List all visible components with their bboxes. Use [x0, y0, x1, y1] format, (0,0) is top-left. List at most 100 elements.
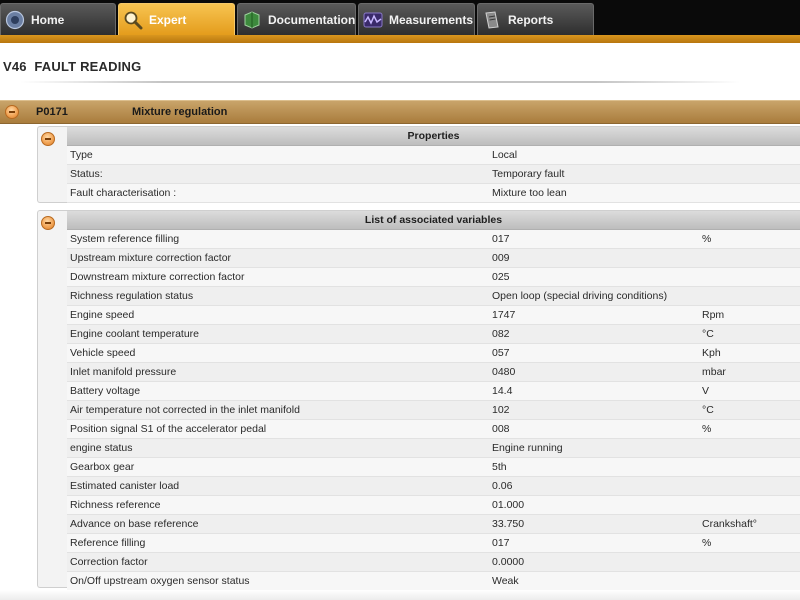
tab-reports-label: Reports: [508, 12, 554, 27]
variable-label: Estimated canister load: [70, 480, 180, 492]
properties-collapse-button[interactable]: [41, 132, 55, 146]
variable-unit: %: [702, 233, 712, 245]
variable-unit: °C: [702, 404, 714, 416]
variables-collapse-button[interactable]: [41, 216, 55, 230]
variable-value: Open loop (special driving conditions): [492, 290, 668, 302]
variable-label: Reference filling: [70, 537, 146, 549]
variable-label: Engine coolant temperature: [70, 328, 199, 340]
variable-label: On/Off upstream oxygen sensor status: [70, 575, 250, 587]
table-row: Advance on base reference 33.750 Crankshaf…: [67, 515, 800, 534]
variable-label: Position signal S1 of the accelerator pe…: [70, 423, 267, 435]
variable-value: 008: [492, 423, 510, 435]
topbar-accent-stripe: [0, 35, 800, 43]
variable-value: 14.4: [492, 385, 513, 397]
tab-reports[interactable]: Reports: [477, 3, 594, 35]
page-title: V46 FAULT READING: [3, 59, 142, 74]
table-row: System reference filling 017%: [67, 230, 800, 249]
variable-value: Weak: [492, 575, 519, 587]
table-row: Reference filling 017%: [67, 534, 800, 553]
table-row: Air temperature not corrected in the inl…: [67, 401, 800, 420]
property-value: Temporary fault: [492, 168, 565, 180]
variable-label: Richness reference: [70, 499, 161, 511]
variable-unit: %: [702, 537, 712, 549]
waveform-icon: [363, 10, 383, 30]
variable-value: 0.0000: [492, 556, 525, 568]
variable-unit: Crankshaft°: [702, 518, 757, 530]
book-icon: [242, 10, 262, 30]
title-divider: [20, 81, 740, 83]
variable-label: Vehicle speed: [70, 347, 136, 359]
report-icon: [482, 10, 502, 30]
fault-name: Mixture regulation: [132, 106, 228, 118]
property-label: Fault characterisation :: [70, 187, 177, 199]
properties-section: Properties Type Local Status: Temporary …: [37, 126, 800, 203]
table-row: Inlet manifold pressure 0480 mbar: [67, 363, 800, 382]
table-row: Battery voltage 14.4 V: [67, 382, 800, 401]
table-row: Type Local: [67, 146, 800, 165]
variable-value: 1747: [492, 309, 516, 321]
table-row: Engine coolant temperature 082 °C: [67, 325, 800, 344]
variable-value: 057: [492, 347, 510, 359]
table-row: Position signal S1 of the accelerator pe…: [67, 420, 800, 439]
tab-home-label: Home: [31, 12, 65, 27]
variable-unit: °C: [702, 328, 714, 340]
table-row: Correction factor 0.0000: [67, 553, 800, 572]
associated-variables-section: List of associated variables System refe…: [37, 210, 800, 591]
table-row: engine status Engine running: [67, 439, 800, 458]
magnifier-icon: [123, 10, 143, 30]
tab-measurements-label: Measurements: [389, 12, 474, 27]
tab-expert[interactable]: Expert: [118, 3, 235, 35]
variable-value: 025: [492, 271, 510, 283]
fault-header-bar[interactable]: P0171 Mixture regulation: [0, 100, 800, 124]
variable-value: 0.06: [492, 480, 513, 492]
variable-unit: V: [702, 385, 710, 397]
property-label: Status:: [70, 168, 103, 180]
fault-collapse-button[interactable]: [5, 105, 19, 119]
variable-unit: %: [702, 423, 712, 435]
variable-value: 01.000: [492, 499, 525, 511]
variable-value: 102: [492, 404, 510, 416]
table-row: Engine speed 1747 Rpm: [67, 306, 800, 325]
home-icon: [5, 10, 25, 30]
table-row: Downstream mixture correction factor 025: [67, 268, 800, 287]
properties-table: Properties Type Local Status: Temporary …: [67, 127, 800, 203]
variables-rows: System reference filling 017% Upstream mix…: [67, 230, 800, 591]
variables-header: List of associated variables: [67, 211, 800, 230]
tab-documentation-label: Documentation: [268, 12, 356, 27]
tab-documentation[interactable]: Documentation: [237, 3, 356, 35]
table-row: Upstream mixture correction factor 009: [67, 249, 800, 268]
variable-value: 009: [492, 252, 510, 264]
table-row: Gearbox gear 5th: [67, 458, 800, 477]
variable-value: 082: [492, 328, 510, 340]
property-label: Type: [70, 149, 93, 161]
variable-value: 33.750: [492, 518, 525, 530]
top-navigation-bar: Home Expert Documentation Measurements R…: [0, 0, 800, 35]
property-value: Local: [492, 149, 518, 161]
variable-value: 0480: [492, 366, 516, 378]
table-row: Richness regulation status Open loop (spe…: [67, 287, 800, 306]
variable-label: Upstream mixture correction factor: [70, 252, 232, 264]
tab-measurements[interactable]: Measurements: [358, 3, 475, 35]
bottom-fade: [0, 590, 800, 600]
tab-home[interactable]: Home: [0, 3, 116, 35]
variables-table: List of associated variables System refe…: [67, 211, 800, 591]
variable-label: Gearbox gear: [70, 461, 135, 473]
variable-label: Downstream mixture correction factor: [70, 271, 245, 283]
variable-label: Richness regulation status: [70, 290, 194, 302]
fault-code: P0171: [36, 106, 68, 118]
properties-rows: Type Local Status: Temporary fault Fault…: [67, 146, 800, 203]
variable-label: Air temperature not corrected in the inl…: [70, 404, 300, 416]
variable-label: Battery voltage: [70, 385, 141, 397]
variable-value: 5th: [492, 461, 507, 473]
variable-unit: mbar: [702, 366, 726, 378]
variable-label: Advance on base reference: [70, 518, 199, 530]
table-row: On/Off upstream oxygen sensor status Weak: [67, 572, 800, 591]
variable-label: System reference filling: [70, 233, 180, 245]
tab-expert-label: Expert: [149, 12, 187, 27]
properties-header: Properties: [67, 127, 800, 146]
variable-unit: Kph: [702, 347, 721, 359]
table-row: Estimated canister load 0.06: [67, 477, 800, 496]
variable-label: Inlet manifold pressure: [70, 366, 177, 378]
table-row: Status: Temporary fault: [67, 165, 800, 184]
variable-label: Correction factor: [70, 556, 148, 568]
